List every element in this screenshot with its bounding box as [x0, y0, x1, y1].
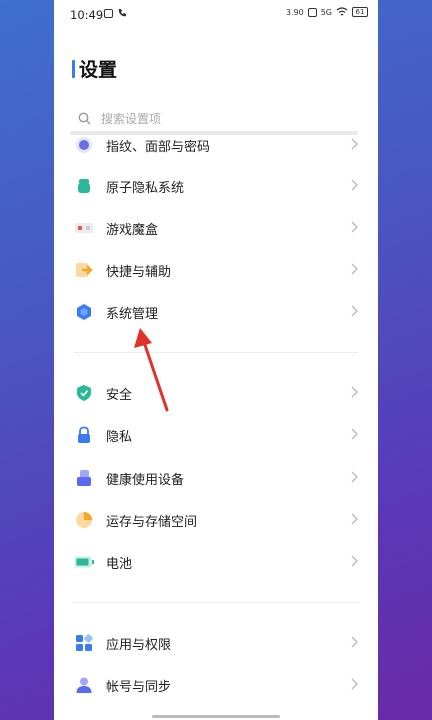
hd-icon [307, 7, 317, 17]
chevron-right-icon [351, 138, 358, 150]
account-sync-icon [74, 675, 94, 695]
chevron-right-icon [351, 428, 358, 440]
search-icon [78, 112, 91, 124]
settings-item-label: 帐号与同步 [106, 679, 172, 695]
network-type: 5G [320, 7, 332, 17]
settings-item-battery[interactable]: 电池 [74, 542, 364, 582]
security-shield-icon [74, 383, 94, 403]
status-bar: 10:49 3.90 5G 61 [54, 0, 378, 30]
chevron-right-icon [351, 513, 358, 525]
settings-item-label: 指纹、面部与密码 [106, 139, 211, 155]
net-speed: 3.90 [285, 7, 304, 17]
chevron-right-icon [351, 179, 358, 191]
settings-item-label: 健康使用设备 [106, 472, 185, 488]
message-icon [104, 8, 113, 18]
privacy-lock-icon [74, 425, 94, 445]
battery-icon [74, 552, 94, 572]
chevron-right-icon [351, 221, 358, 233]
settings-item-label: 应用与权限 [106, 637, 172, 653]
chevron-right-icon [351, 471, 358, 483]
chevron-right-icon [351, 386, 358, 398]
settings-item-shortcuts[interactable]: 快捷与辅助 [74, 250, 364, 290]
apps-permissions-icon [74, 633, 94, 653]
chevron-right-icon [351, 305, 358, 317]
settings-item-label: 原子隐私系统 [106, 180, 185, 196]
health-usage-icon [74, 468, 94, 488]
settings-item-label: 系统管理 [106, 306, 159, 322]
shortcut-icon [74, 260, 94, 280]
settings-item-apps-permissions[interactable]: 应用与权限 [74, 623, 364, 663]
chevron-right-icon [351, 555, 358, 567]
settings-item-privacy[interactable]: 隐私 [74, 415, 364, 455]
settings-item-game-box[interactable]: 游戏魔盒 [74, 208, 364, 248]
group-divider [74, 352, 358, 353]
system-management-icon [74, 302, 94, 322]
phone-call-icon [118, 9, 126, 17]
settings-screen: 10:49 3.90 5G 61 设置 搜索设置项 指纹、面部与密码 原子隐私系… [54, 0, 378, 720]
settings-item-label: 游戏魔盒 [106, 222, 159, 238]
storage-icon [74, 510, 94, 530]
title-accent-bar [72, 59, 75, 78]
settings-item-privacy-system[interactable]: 原子隐私系统 [74, 166, 364, 206]
settings-item-storage[interactable]: 运存与存储空间 [74, 500, 364, 540]
privacy-system-icon [74, 176, 94, 196]
group-divider [74, 602, 358, 603]
settings-item-account-sync[interactable]: 帐号与同步 [74, 665, 364, 705]
page-title: 设置 [72, 55, 117, 82]
settings-item-health-usage[interactable]: 健康使用设备 [74, 458, 364, 498]
settings-item-label: 隐私 [106, 429, 133, 445]
settings-item-system-management[interactable]: 系统管理 [74, 292, 364, 332]
settings-item-label: 安全 [106, 387, 133, 403]
wifi-icon [336, 7, 348, 16]
battery-indicator: 61 [352, 7, 368, 17]
home-indicator[interactable] [152, 715, 280, 718]
game-box-icon [74, 218, 94, 238]
page-title-text: 设置 [79, 59, 118, 81]
chevron-right-icon [351, 636, 358, 648]
search-placeholder: 搜索设置项 [101, 111, 162, 126]
settings-item-label: 快捷与辅助 [106, 264, 172, 280]
settings-item-label: 运存与存储空间 [106, 514, 198, 530]
status-time: 10:49 [70, 8, 104, 22]
chevron-right-icon [351, 678, 358, 690]
settings-item-security[interactable]: 安全 [74, 373, 364, 413]
settings-item-label: 电池 [106, 556, 133, 572]
fingerprint-icon [74, 135, 94, 155]
chevron-right-icon [351, 263, 358, 275]
